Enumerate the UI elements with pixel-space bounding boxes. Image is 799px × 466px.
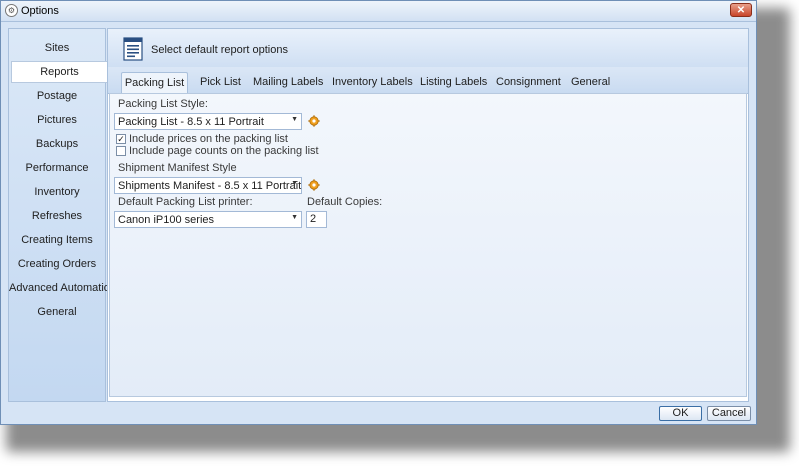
printer-value: Canon iP100 series — [118, 214, 215, 226]
include-page-counts-label: Include page counts on the packing list — [129, 145, 319, 157]
ok-button[interactable]: OK — [659, 406, 702, 421]
tab-pick-list[interactable]: Pick List — [200, 72, 241, 92]
manifest-style-label: Shipment Manifest Style — [118, 162, 237, 174]
packing-style-value: Packing List - 8.5 x 11 Portrait — [118, 116, 264, 128]
chevron-down-icon: ▼ — [291, 214, 298, 221]
sidebar-item-advanced-automation[interactable]: Advanced Automation — [9, 277, 116, 299]
tab-listing-labels[interactable]: Listing Labels — [420, 72, 487, 92]
include-prices-label: Include prices on the packing list — [129, 133, 288, 145]
tab-packing-list[interactable]: Packing List — [121, 72, 188, 93]
include-prices-checkbox[interactable]: ✓ — [116, 134, 126, 144]
sidebar-item-reports[interactable]: Reports — [11, 61, 107, 83]
options-sidebar: Sites Reports Postage Pictures Backups P… — [8, 28, 116, 402]
packing-list-panel: Packing List Style: Packing List - 8.5 x… — [109, 93, 747, 397]
section-header: Select default report options — [108, 29, 748, 67]
app-icon: ⚙ — [5, 4, 18, 17]
sidebar-item-inventory[interactable]: Inventory — [9, 181, 105, 203]
sidebar-item-refreshes[interactable]: Refreshes — [9, 205, 105, 227]
report-icon — [123, 37, 143, 61]
sidebar-item-backups[interactable]: Backups — [9, 133, 105, 155]
manifest-style-select[interactable]: Shipments Manifest - 8.5 x 11 Portrait ▼ — [114, 177, 302, 194]
sidebar-item-performance[interactable]: Performance — [9, 157, 105, 179]
printer-select[interactable]: Canon iP100 series ▼ — [114, 211, 302, 228]
report-tabs: Packing List Pick List Mailing Labels In… — [108, 67, 748, 94]
gear-icon[interactable] — [308, 115, 320, 127]
options-window: ⚙ Options ✕ Sites Reports Postage Pictur… — [0, 0, 757, 425]
section-header-text: Select default report options — [151, 44, 288, 56]
gear-icon[interactable] — [308, 179, 320, 191]
copies-label: Default Copies: — [307, 196, 383, 208]
cancel-button[interactable]: Cancel — [707, 406, 751, 421]
packing-style-select[interactable]: Packing List - 8.5 x 11 Portrait ▼ — [114, 113, 302, 130]
sidebar-item-creating-orders[interactable]: Creating Orders — [9, 253, 105, 275]
chevron-down-icon: ▼ — [291, 116, 298, 123]
close-button[interactable]: ✕ — [730, 3, 752, 17]
packing-style-label: Packing List Style: — [118, 98, 208, 110]
sidebar-item-sites[interactable]: Sites — [9, 37, 105, 59]
printer-label: Default Packing List printer: — [118, 196, 253, 208]
sidebar-item-postage[interactable]: Postage — [9, 85, 105, 107]
tab-consignment[interactable]: Consignment — [496, 72, 561, 92]
sidebar-item-pictures[interactable]: Pictures — [9, 109, 105, 131]
title-bar[interactable]: ⚙ Options ✕ — [1, 1, 756, 22]
sidebar-item-creating-items[interactable]: Creating Items — [9, 229, 105, 251]
tab-inventory-labels[interactable]: Inventory Labels — [332, 72, 413, 92]
sidebar-item-general[interactable]: General — [9, 301, 105, 323]
copies-input[interactable]: 2 — [306, 211, 327, 228]
window-title: Options — [21, 5, 59, 17]
tab-general[interactable]: General — [571, 72, 610, 92]
include-page-counts-checkbox[interactable] — [116, 146, 126, 156]
content-area: Select default report options Packing Li… — [107, 28, 749, 402]
tab-mailing-labels[interactable]: Mailing Labels — [253, 72, 323, 92]
manifest-style-value: Shipments Manifest - 8.5 x 11 Portrait — [118, 180, 302, 192]
chevron-down-icon: ▼ — [291, 180, 298, 187]
